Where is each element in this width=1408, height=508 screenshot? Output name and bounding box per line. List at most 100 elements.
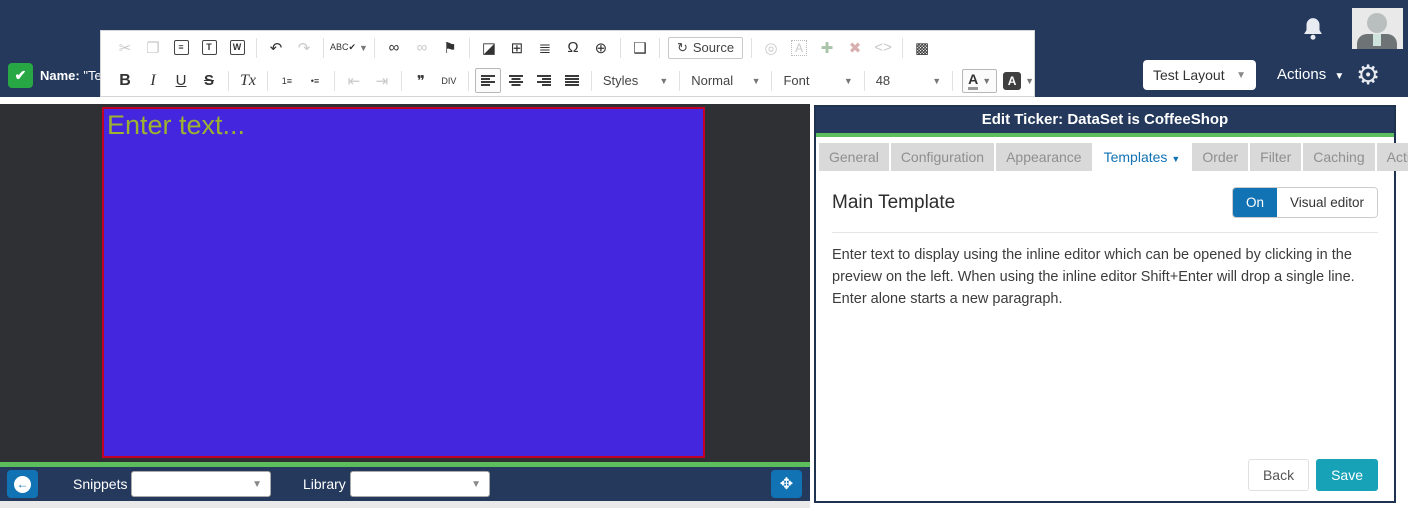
back-button[interactable]: Back xyxy=(1248,459,1309,491)
bottom-strip xyxy=(0,501,810,508)
chevron-down-icon: ▼ xyxy=(471,479,481,490)
spellcheck-icon[interactable]: ABC✔▼ xyxy=(330,35,368,60)
user-avatar[interactable] xyxy=(1352,8,1403,49)
align-right-icon[interactable] xyxy=(531,68,557,93)
tab-order[interactable]: Order xyxy=(1192,143,1248,171)
visual-editor-button[interactable]: Visual editor xyxy=(1277,188,1377,217)
ticker-widget-region[interactable]: Enter text... xyxy=(102,107,705,458)
toolbar-separator xyxy=(334,71,335,91)
find-icon: ◎ xyxy=(765,39,778,57)
toolbar-separator xyxy=(323,38,324,58)
styles-dropdown[interactable]: Styles▼ xyxy=(597,68,674,93)
background-color-button[interactable]: A▼ xyxy=(1003,72,1034,90)
special-character-icon: Ω xyxy=(567,39,578,56)
chevron-down-icon: ▼ xyxy=(752,76,761,86)
bottom-toolbar: ← Snippets ▼ Library ▼ ✥ xyxy=(0,467,810,501)
paste-from-word-icon[interactable]: W xyxy=(224,35,250,60)
table-icon[interactable]: ⊞ xyxy=(504,35,530,60)
toggle-on-button[interactable]: On xyxy=(1233,188,1277,217)
inline-code-icon: <> xyxy=(870,35,896,60)
tab-templates[interactable]: Templates▼ xyxy=(1094,143,1191,171)
qr-code-icon[interactable]: ▩ xyxy=(909,35,935,60)
strikethrough-icon[interactable]: S xyxy=(196,68,222,93)
paragraph-format-dropdown[interactable]: Normal▼ xyxy=(685,68,766,93)
tab-label: Actions xyxy=(1387,149,1408,165)
italic-icon[interactable]: I xyxy=(140,68,166,93)
avatar-collar xyxy=(1373,34,1381,46)
image-icon[interactable]: ◪ xyxy=(476,35,502,60)
add-comment-icon: ✚ xyxy=(821,39,834,57)
div-container-icon[interactable]: DIV xyxy=(436,68,462,93)
numbered-list-icon[interactable]: 1≡ xyxy=(274,68,300,93)
indent-icon: ⇥ xyxy=(376,72,389,90)
tab-general[interactable]: General xyxy=(819,143,889,171)
align-justify-icon[interactable] xyxy=(559,68,585,93)
bullet-list-icon[interactable]: •≡ xyxy=(302,68,328,93)
arrow-left-icon: ← xyxy=(14,476,31,493)
chevron-down-icon: ▼ xyxy=(1334,71,1344,82)
remove-format-icon[interactable]: Tx xyxy=(235,68,261,93)
remove-comment-icon: ✖ xyxy=(849,39,862,57)
tab-label: Appearance xyxy=(1006,149,1082,165)
toolbar-separator xyxy=(267,71,268,91)
main-template-row: Main Template On Visual editor xyxy=(832,187,1378,218)
globe-icon[interactable]: ⊕ xyxy=(588,35,614,60)
save-button[interactable]: Save xyxy=(1316,459,1378,491)
background-color-A-icon: A xyxy=(1003,72,1021,90)
toolbar-separator xyxy=(256,38,257,58)
blockquote-icon[interactable]: ❞ xyxy=(408,68,434,93)
layout-jump-select[interactable]: Test Layout ▼ xyxy=(1143,60,1256,90)
special-character-icon[interactable]: Ω xyxy=(560,35,586,60)
copy-icon: ❐ xyxy=(146,39,159,57)
underline-icon[interactable]: U xyxy=(168,68,194,93)
snippets-dropdown[interactable]: ▼ xyxy=(131,471,271,497)
actions-menu-label: Actions xyxy=(1277,66,1326,83)
paste-plain-text-icon[interactable]: T xyxy=(196,35,222,60)
chevron-down-icon: ▼ xyxy=(1236,70,1246,81)
toolbar-separator xyxy=(401,71,402,91)
move-region-button[interactable]: ✥ xyxy=(771,470,802,498)
table-icon: ⊞ xyxy=(511,39,524,57)
chevron-down-icon: ▼ xyxy=(252,479,262,490)
tab-appearance[interactable]: Appearance xyxy=(996,143,1092,171)
notifications-bell-icon[interactable] xyxy=(1300,16,1326,42)
anchor-flag-icon[interactable]: ⚑ xyxy=(437,35,463,60)
tab-configuration[interactable]: Configuration xyxy=(891,143,994,171)
font-name-dropdown[interactable]: Font▼ xyxy=(777,68,858,93)
align-center-icon[interactable] xyxy=(503,68,529,93)
tab-filter[interactable]: Filter xyxy=(1250,143,1301,171)
panel-footer: Back Save xyxy=(832,459,1378,491)
tab-actions[interactable]: Actions xyxy=(1377,143,1408,171)
copy-icon: ❐ xyxy=(140,35,166,60)
text-color-A-icon: A xyxy=(968,72,978,90)
toolbar-separator xyxy=(228,71,229,91)
tab-caching[interactable]: Caching xyxy=(1303,143,1374,171)
font-name-dropdown-value: Font xyxy=(783,73,809,88)
undo-icon[interactable]: ↶ xyxy=(263,35,289,60)
chevron-down-icon: ▼ xyxy=(359,43,368,53)
bold-icon[interactable]: B xyxy=(112,68,138,93)
chevron-down-icon: ▼ xyxy=(982,76,991,86)
actions-menu[interactable]: Actions ▼ xyxy=(1277,66,1344,83)
paste-icon[interactable]: ≡ xyxy=(168,35,194,60)
text-color-button[interactable]: A▼ xyxy=(962,69,997,93)
library-dropdown[interactable]: ▼ xyxy=(350,471,490,497)
align-left-icon[interactable] xyxy=(475,68,501,93)
show-blocks-icon[interactable]: ❑ xyxy=(627,35,653,60)
globe-icon: ⊕ xyxy=(595,39,608,57)
source-button[interactable]: ↻Source xyxy=(668,37,743,59)
saved-check-icon[interactable]: ✔ xyxy=(8,63,33,88)
layout-preview-stage[interactable]: Enter text... xyxy=(0,104,810,462)
link-icon[interactable]: ∞ xyxy=(381,35,407,60)
blockquote-icon: ❞ xyxy=(417,72,425,90)
panel-content: Main Template On Visual editor Enter tex… xyxy=(816,171,1394,501)
styles-dropdown-value: Styles xyxy=(603,73,638,88)
toolbar-separator xyxy=(751,38,752,58)
back-arrow-button[interactable]: ← xyxy=(7,470,38,498)
horizontal-rule-icon[interactable]: ≣ xyxy=(532,35,558,60)
cut-icon: ✂ xyxy=(112,35,138,60)
font-size-dropdown[interactable]: 48▼ xyxy=(870,68,947,93)
image-icon: ◪ xyxy=(482,39,496,57)
horizontal-rule-icon: ≣ xyxy=(539,39,552,57)
gear-icon[interactable]: ⚙ xyxy=(1356,60,1380,90)
